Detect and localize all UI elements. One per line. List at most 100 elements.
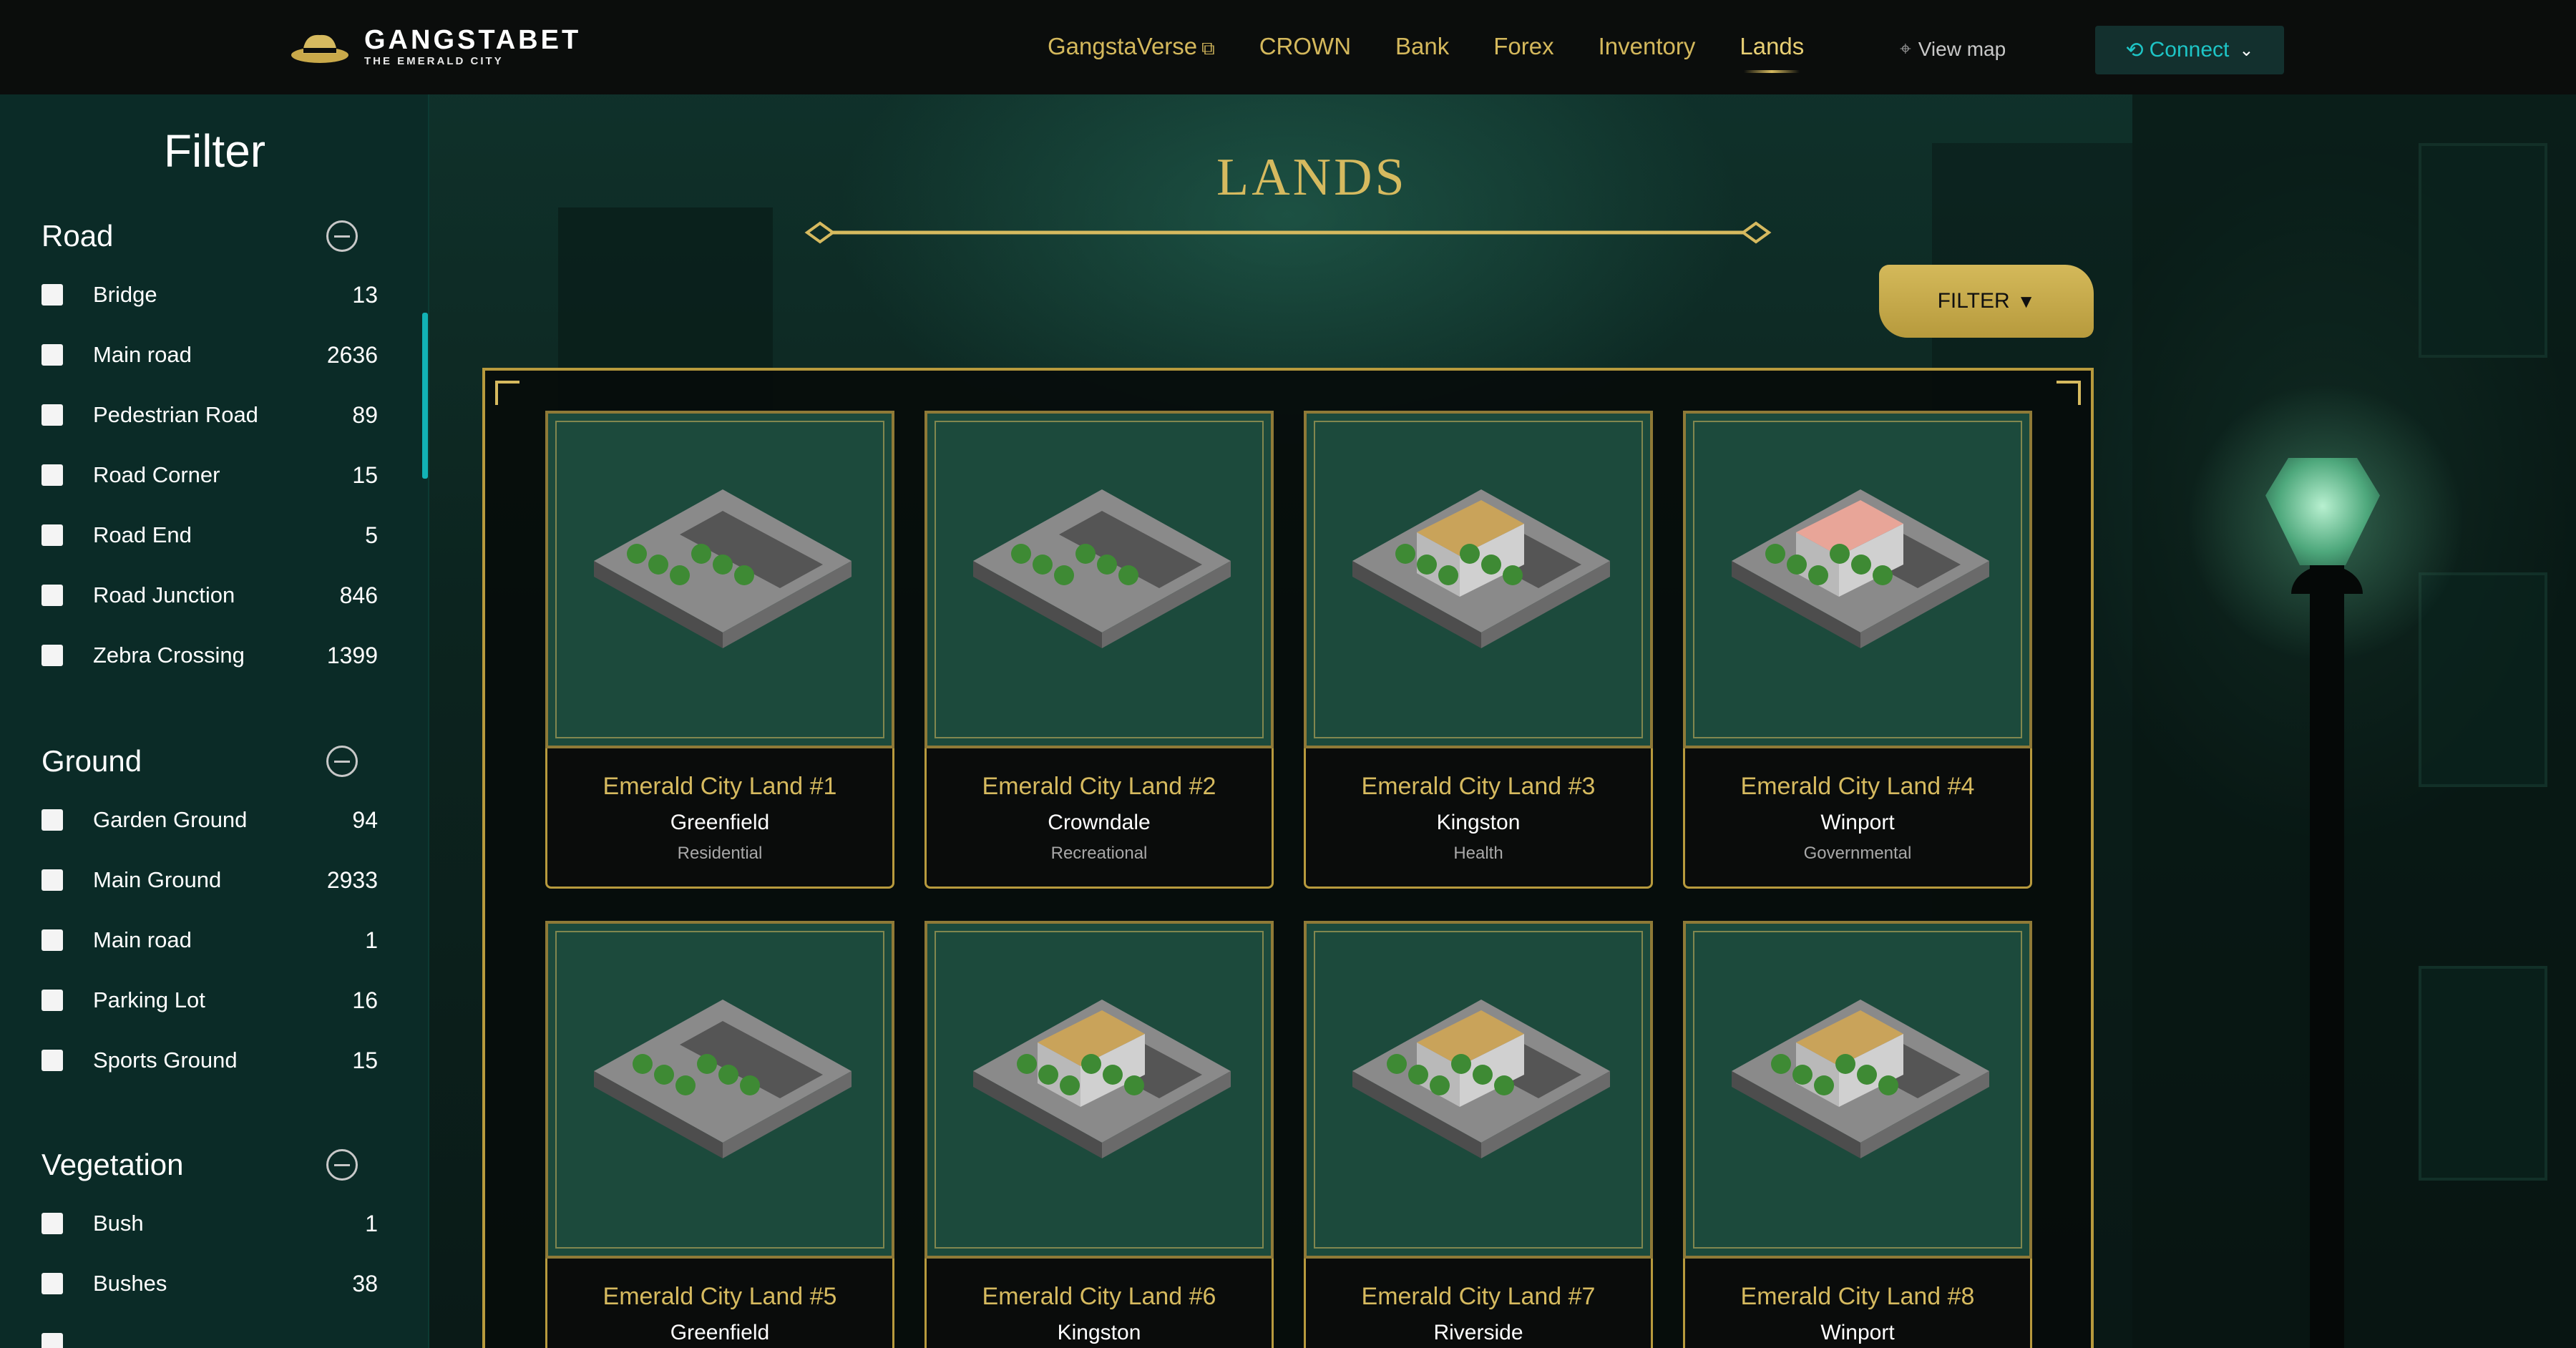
- nav-gangstaverse-label: GangstaVerse: [1048, 33, 1198, 59]
- land-card-district: Winport: [1820, 811, 1895, 834]
- land-image-icon: [594, 1000, 852, 1158]
- land-card[interactable]: Emerald City Land #7 Riverside: [1304, 921, 1653, 1348]
- view-map-link[interactable]: ⌖ View map: [1900, 37, 2006, 61]
- land-card[interactable]: Emerald City Land #4 Winport Governmental: [1683, 411, 2032, 889]
- filter-option-label: Pedestrian Road: [93, 402, 258, 427]
- checkbox[interactable]: [42, 1273, 63, 1294]
- filter-option-label: Bridge: [93, 282, 157, 307]
- filter-option-count: 1: [365, 927, 378, 953]
- filter-option[interactable]: Road End 5: [42, 505, 385, 565]
- filter-option-label: Road Corner: [93, 462, 220, 487]
- land-card-image[interactable]: [1304, 921, 1653, 1259]
- filter-option[interactable]: Bridge 13: [42, 265, 385, 325]
- land-card-district: Crowndale: [1048, 811, 1151, 834]
- checkbox[interactable]: [42, 645, 63, 666]
- collapse-minus-icon[interactable]: [326, 1149, 358, 1181]
- funnel-icon: ▼: [2016, 290, 2036, 312]
- filter-button[interactable]: FILTER ▼: [1879, 265, 2094, 338]
- collapse-minus-icon[interactable]: [326, 746, 358, 777]
- filter-option[interactable]: Parking Lot 16: [42, 970, 385, 1030]
- land-card-image[interactable]: [924, 411, 1274, 748]
- filter-option[interactable]: Bushes 38: [42, 1254, 385, 1314]
- background-window: [2419, 966, 2547, 1181]
- filter-group-title: Road: [42, 219, 114, 253]
- land-card-image[interactable]: [545, 411, 894, 748]
- checkbox[interactable]: [42, 284, 63, 306]
- filter-option[interactable]: Road Junction 846: [42, 565, 385, 625]
- checkbox[interactable]: [42, 990, 63, 1011]
- land-card-info: Emerald City Land #1 Greenfield Residentia…: [545, 748, 894, 889]
- checkbox[interactable]: [42, 929, 63, 951]
- checkbox[interactable]: [42, 1050, 63, 1071]
- filter-option[interactable]: Main road 1: [42, 910, 385, 970]
- filter-title: Filter: [163, 125, 266, 177]
- land-card-image[interactable]: [1683, 411, 2032, 748]
- land-card-info: Emerald City Land #6 Kingston: [924, 1259, 1274, 1348]
- sidebar-scrollbar[interactable]: [422, 313, 428, 479]
- nav-lands[interactable]: Lands: [1740, 33, 1804, 73]
- collapse-minus-icon[interactable]: [326, 220, 358, 252]
- nav-gangstaverse[interactable]: GangstaVerse ⧉: [1048, 33, 1215, 60]
- land-card-name: Emerald City Land #7: [1361, 1283, 1596, 1310]
- land-card-info: Emerald City Land #2 Crowndale Recreationa…: [924, 748, 1274, 889]
- street-lamp-post: [2310, 565, 2344, 1348]
- filter-option[interactable]: Main road 2636: [42, 325, 385, 385]
- land-card[interactable]: Emerald City Land #3 Kingston Health: [1304, 411, 1653, 889]
- checkbox[interactable]: [42, 1213, 63, 1234]
- filter-option[interactable]: Main Ground 2933: [42, 850, 385, 910]
- filter-button-label: FILTER: [1937, 289, 2010, 313]
- land-card[interactable]: Emerald City Land #8 Winport: [1683, 921, 2032, 1348]
- checkbox[interactable]: [42, 869, 63, 891]
- checkbox[interactable]: [42, 809, 63, 831]
- filter-option-label: Parking Lot: [93, 987, 205, 1012]
- filter-option[interactable]: Pedestrian Road 89: [42, 385, 385, 445]
- fedora-hat-icon: [291, 34, 348, 63]
- checkbox[interactable]: [42, 585, 63, 606]
- land-image-icon: [1732, 489, 1989, 648]
- filter-option-count: 13: [352, 281, 378, 308]
- land-card-image[interactable]: [545, 921, 894, 1259]
- nav-forex[interactable]: Forex: [1493, 33, 1553, 60]
- filter-option[interactable]: [42, 1314, 385, 1348]
- nav-crown[interactable]: CROWN: [1259, 33, 1351, 60]
- filter-option[interactable]: Sports Ground 15: [42, 1030, 385, 1090]
- filter-option-label: Bush: [93, 1211, 144, 1236]
- land-card-name: Emerald City Land #8: [1740, 1283, 1975, 1310]
- filter-option-count: 16: [352, 987, 378, 1013]
- land-card-type: Recreational: [1050, 844, 1148, 863]
- checkbox[interactable]: [42, 344, 63, 366]
- land-card-image[interactable]: [924, 921, 1274, 1259]
- filter-option[interactable]: Zebra Crossing 1399: [42, 625, 385, 685]
- land-card[interactable]: Emerald City Land #2 Crowndale Recreationa…: [924, 411, 1274, 889]
- land-card-type: Governmental: [1803, 844, 1912, 863]
- brand-logo[interactable]: GANGSTABET THE EMERALD CITY: [290, 26, 581, 69]
- page-title: LANDS: [1216, 148, 1407, 207]
- external-link-icon: ⧉: [1201, 37, 1215, 59]
- land-card[interactable]: Emerald City Land #1 Greenfield Residentia…: [545, 411, 894, 889]
- land-card[interactable]: Emerald City Land #6 Kingston: [924, 921, 1274, 1348]
- brand-title: GANGSTABET: [364, 25, 582, 55]
- filter-option-label: Road Junction: [93, 582, 235, 607]
- nav-bank[interactable]: Bank: [1395, 33, 1449, 60]
- filter-group-title: Ground: [42, 744, 142, 778]
- land-card-name: Emerald City Land #2: [982, 773, 1216, 800]
- land-image-icon: [1732, 1000, 1989, 1158]
- filter-option-count: 2636: [326, 341, 378, 368]
- connect-button[interactable]: ⟲ Connect ⌄: [2095, 26, 2284, 74]
- checkbox[interactable]: [42, 404, 63, 426]
- land-image-icon: [973, 1000, 1231, 1158]
- land-card-image[interactable]: [1683, 921, 2032, 1259]
- filter-option[interactable]: Bush 1: [42, 1193, 385, 1254]
- checkbox[interactable]: [42, 524, 63, 546]
- checkbox[interactable]: [42, 464, 63, 486]
- nav-inventory[interactable]: Inventory: [1599, 33, 1696, 60]
- land-card-image[interactable]: [1304, 411, 1653, 748]
- land-card-name: Emerald City Land #3: [1361, 773, 1596, 800]
- filter-option[interactable]: Road Corner 15: [42, 445, 385, 505]
- filter-option[interactable]: Garden Ground 94: [42, 790, 385, 850]
- checkbox[interactable]: [42, 1333, 63, 1348]
- filter-option-label: Main Ground: [93, 867, 222, 892]
- filter-option-count: 1399: [326, 642, 378, 668]
- land-card[interactable]: Emerald City Land #5 Greenfield: [545, 921, 894, 1348]
- land-image-icon: [1352, 489, 1610, 648]
